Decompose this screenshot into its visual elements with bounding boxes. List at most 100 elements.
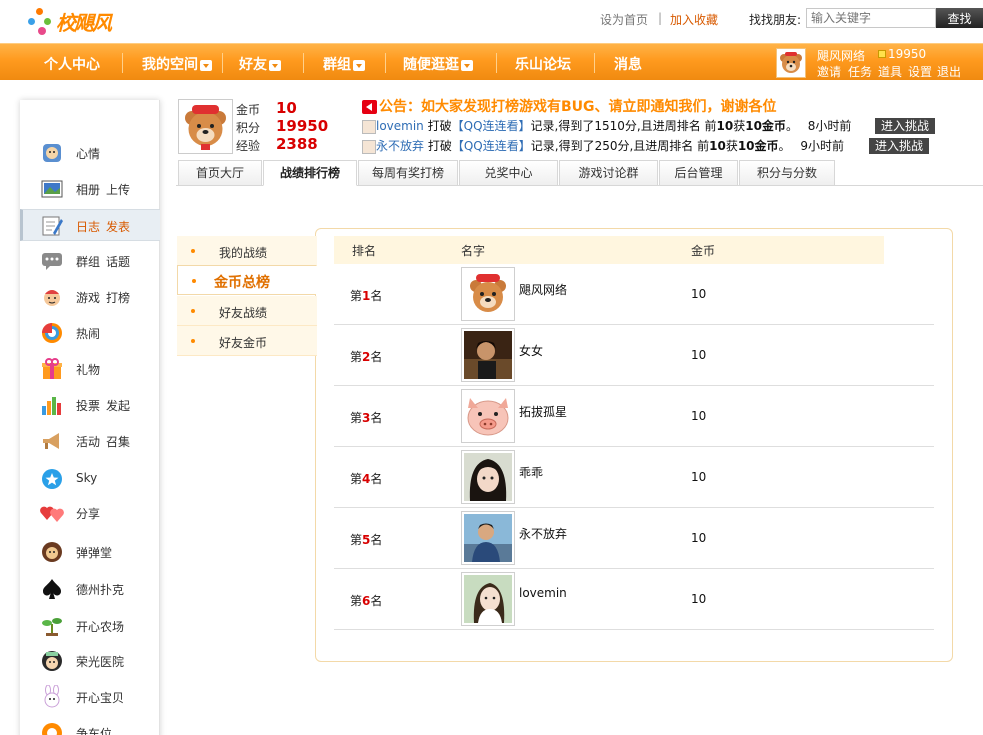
sidebar-item-journal[interactable]: 日志 发表 [20, 209, 160, 241]
mood-icon [43, 144, 61, 162]
paw-print-icon [38, 27, 46, 35]
nav-item-my-space[interactable]: 我的空间 [142, 54, 212, 74]
record-user-link[interactable]: 永不放弃 [376, 139, 424, 153]
coin-count: 10 [691, 409, 707, 423]
tab-redeem-center[interactable]: 兑奖中心 [459, 160, 558, 186]
props-link[interactable]: 道具 [878, 63, 902, 80]
announcement: 公告：如大家发现打榜游戏有BUG、请立即通知我们，谢谢各位 [362, 96, 777, 116]
tab-admin[interactable]: 后台管理 [659, 160, 738, 186]
journal-pen-icon [42, 216, 63, 236]
event-horn-icon [43, 433, 59, 449]
set-home-link[interactable]: 设为首页 [600, 11, 648, 28]
vote-chart-icon [42, 397, 61, 415]
table-row: 第3名 拓拔孤星 10 [334, 386, 934, 447]
paw-print-icon [28, 18, 35, 25]
enter-challenge-button[interactable]: 进入挑战 [875, 118, 936, 134]
nav-item-friends[interactable]: 好友 [239, 54, 281, 74]
user-avatar[interactable] [461, 511, 515, 565]
nav-item-personal-center[interactable]: 个人中心 [44, 54, 100, 74]
user-name-link[interactable]: 永不放弃 [519, 525, 567, 542]
user-name-link[interactable]: 乖乖 [519, 464, 543, 481]
sidebar-item-ddt[interactable]: 弹弹堂 [20, 536, 160, 568]
submenu-friend-gold[interactable]: 好友金币 [177, 326, 317, 356]
sidebar-item-poker[interactable]: 德州扑克 [20, 573, 160, 605]
sidebar-item-sky[interactable]: Sky [20, 463, 160, 495]
sidebar-item-groups[interactable]: 群组 话题 [20, 245, 160, 277]
sidebar-item-album[interactable]: 相册 上传 [20, 173, 160, 205]
sidebar-item-mood[interactable]: 心情 [20, 137, 160, 169]
nav-user-avatar[interactable] [776, 48, 806, 78]
invite-link[interactable]: 邀请 [817, 63, 841, 80]
enter-challenge-button[interactable]: 进入挑战 [869, 138, 930, 154]
sidebar-item-events[interactable]: 活动 召集 [20, 425, 160, 457]
friend-search-input[interactable] [806, 8, 936, 28]
lively-icon [42, 323, 62, 343]
photo-album-icon [41, 180, 63, 198]
search-button[interactable]: 查找 [936, 8, 983, 28]
dropdown-arrow-icon [461, 59, 473, 71]
tab-weekly-prize[interactable]: 每周有奖打榜 [358, 160, 458, 186]
nav-divider [303, 53, 304, 73]
submenu-my-record[interactable]: 我的战绩 [177, 236, 317, 266]
sidebar-item-share[interactable]: 分享 [20, 497, 160, 529]
sidebar-item-farm[interactable]: 开心农场 [20, 610, 160, 642]
user-avatar[interactable] [461, 450, 515, 504]
record-entry: 永不放弃 打破【QQ连连看】记录,得到了250分,且进周排名 前10获10金币。… [362, 137, 844, 155]
user-avatar[interactable] [461, 572, 515, 626]
app-sidebar: 心情 相册 上传 日志 发表 群组 话题 游戏 打榜 热闹 礼物 投票 发起 活动 召集 S… [20, 100, 160, 735]
sidebar-item-games[interactable]: 游戏 打榜 [20, 281, 160, 313]
poker-spade-icon [42, 579, 62, 599]
submenu-gold-total[interactable]: 金币总榜 [177, 265, 316, 295]
sidebar-item-gifts[interactable]: 礼物 [20, 353, 160, 385]
tab-rankings[interactable]: 战绩排行榜 [263, 160, 357, 186]
sidebar-item-happy-baby[interactable]: 开心宝贝 [20, 681, 160, 713]
user-avatar-icon [362, 139, 376, 154]
header-rank: 排名 [352, 244, 377, 258]
user-name-link[interactable]: 女女 [519, 342, 543, 359]
logout-link[interactable]: 退出 [937, 63, 961, 80]
sidebar-item-hospital[interactable]: 荣光医院 [20, 645, 160, 677]
site-logo[interactable]: 校飓风 [26, 2, 116, 38]
tab-points-scores[interactable]: 积分与分数 [739, 160, 835, 186]
nav-item-browse[interactable]: 随便逛逛 [403, 54, 473, 74]
bullet-icon [191, 249, 195, 253]
paw-print-icon [44, 18, 51, 25]
profile-avatar[interactable] [178, 99, 233, 154]
submenu-friend-record[interactable]: 好友战绩 [177, 296, 317, 326]
nav-divider [385, 53, 386, 73]
tab-home-hall[interactable]: 首页大厅 [178, 160, 262, 186]
tab-discussion-group[interactable]: 游戏讨论群 [559, 160, 658, 186]
bullet-icon [192, 279, 196, 283]
table-row: 第6名 lovemin 10 [334, 569, 934, 630]
game-icon [44, 290, 60, 306]
user-avatar[interactable] [461, 328, 515, 382]
sidebar-item-lively[interactable]: 热闹 [20, 317, 160, 349]
record-game-link[interactable]: 【QQ连连看】 [452, 119, 531, 133]
dropdown-arrow-icon [269, 59, 281, 71]
user-avatar-icon [362, 119, 376, 134]
user-avatar[interactable] [461, 389, 515, 443]
user-name-link[interactable]: 拓拔孤星 [519, 403, 567, 420]
sidebar-item-vote[interactable]: 投票 发起 [20, 389, 160, 421]
user-name-link[interactable]: lovemin [519, 586, 567, 600]
sidebar-item-parking[interactable]: 争车位 [20, 717, 160, 735]
tasks-link[interactable]: 任务 [848, 63, 872, 80]
record-game-link[interactable]: 【QQ连连看】 [452, 139, 531, 153]
record-user-link[interactable]: lovemin [376, 119, 424, 133]
nav-item-messages[interactable]: 消息 [614, 54, 642, 74]
settings-link[interactable]: 设置 [908, 63, 932, 80]
nav-item-groups[interactable]: 群组 [323, 54, 365, 74]
header-coins: 金币 [691, 244, 716, 258]
nav-divider [122, 53, 123, 73]
experience-value: 2388 [276, 135, 318, 153]
experience-label: 经验 [236, 139, 261, 153]
add-favorite-link[interactable]: 加入收藏 [670, 11, 718, 28]
table-row: 第1名 飓风网络 10 [334, 264, 934, 325]
nav-username[interactable]: 飓风网络 [817, 47, 865, 64]
farm-sprout-icon [42, 618, 62, 636]
user-avatar[interactable] [461, 267, 515, 321]
record-entry: lovemin 打破【QQ连连看】记录,得到了1510分,且进周排名 前10获1… [362, 117, 851, 135]
nav-item-leshan-forum[interactable]: 乐山论坛 [515, 54, 571, 74]
header-name: 名字 [461, 244, 486, 258]
user-name-link[interactable]: 飓风网络 [519, 281, 567, 298]
